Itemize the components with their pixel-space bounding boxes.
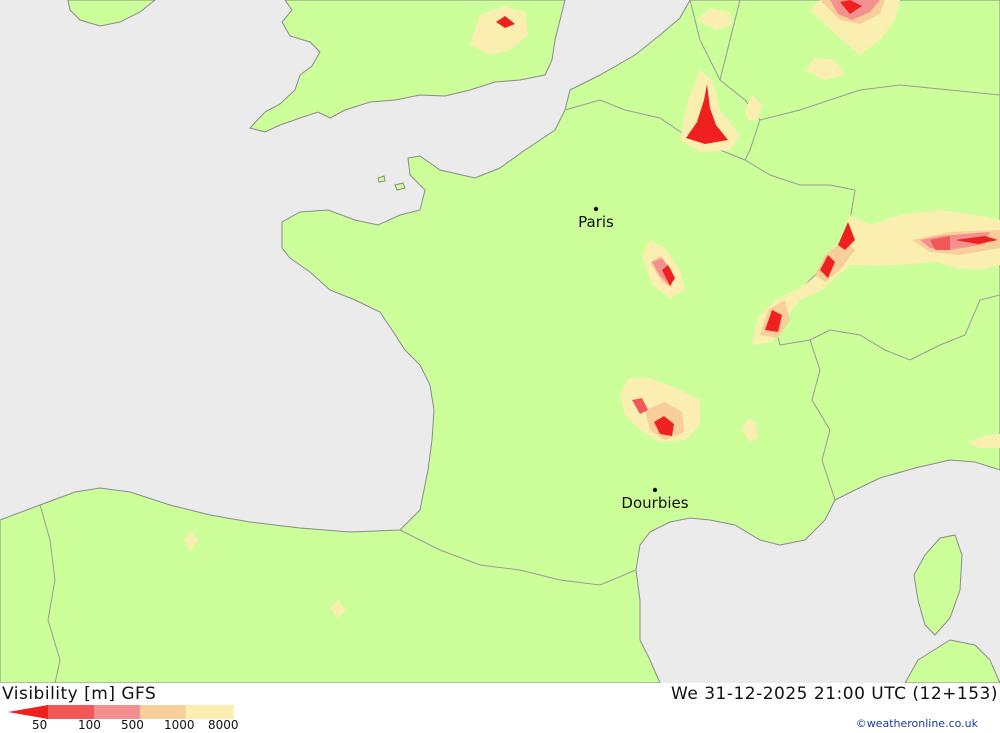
city-dot-dourbies xyxy=(652,487,658,493)
channel-island xyxy=(394,182,406,191)
continent-landmass xyxy=(0,0,1000,683)
map-canvas: Paris Dourbies xyxy=(0,0,1000,683)
visibility-map: Paris Dourbies xyxy=(0,0,1000,683)
legend-swatch-100 xyxy=(48,705,94,719)
legend-label-100: 100 xyxy=(78,718,101,732)
land-masses xyxy=(0,0,1000,683)
legend-swatch-8000 xyxy=(186,705,234,719)
sardinia-landmass xyxy=(904,639,1000,683)
ireland-landmass xyxy=(67,0,156,27)
city-dot-paris xyxy=(593,206,599,212)
map-footer: Visibility [m] GFS We 31-12-2025 21:00 U… xyxy=(0,683,1000,733)
legend-swatch-500 xyxy=(94,705,140,719)
legend-label-50: 50 xyxy=(32,718,48,732)
map-title: Visibility [m] GFS xyxy=(2,684,157,704)
legend-color-bar xyxy=(8,705,234,719)
credit-link[interactable]: ©weatheronline.co.uk xyxy=(856,717,978,730)
channel-island xyxy=(377,175,386,183)
city-label-paris: Paris xyxy=(578,213,614,231)
map-timestamp: We 31-12-2025 21:00 UTC (12+153) xyxy=(671,684,998,704)
corsica-landmass xyxy=(913,534,963,636)
legend-label-1000: 1000 xyxy=(164,718,195,732)
city-label-dourbies: Dourbies xyxy=(621,494,688,512)
legend-swatch-1000 xyxy=(140,705,186,719)
legend-swatch-50 xyxy=(8,705,48,719)
legend-label-8000: 8000 xyxy=(208,718,239,732)
legend-label-500: 500 xyxy=(121,718,144,732)
